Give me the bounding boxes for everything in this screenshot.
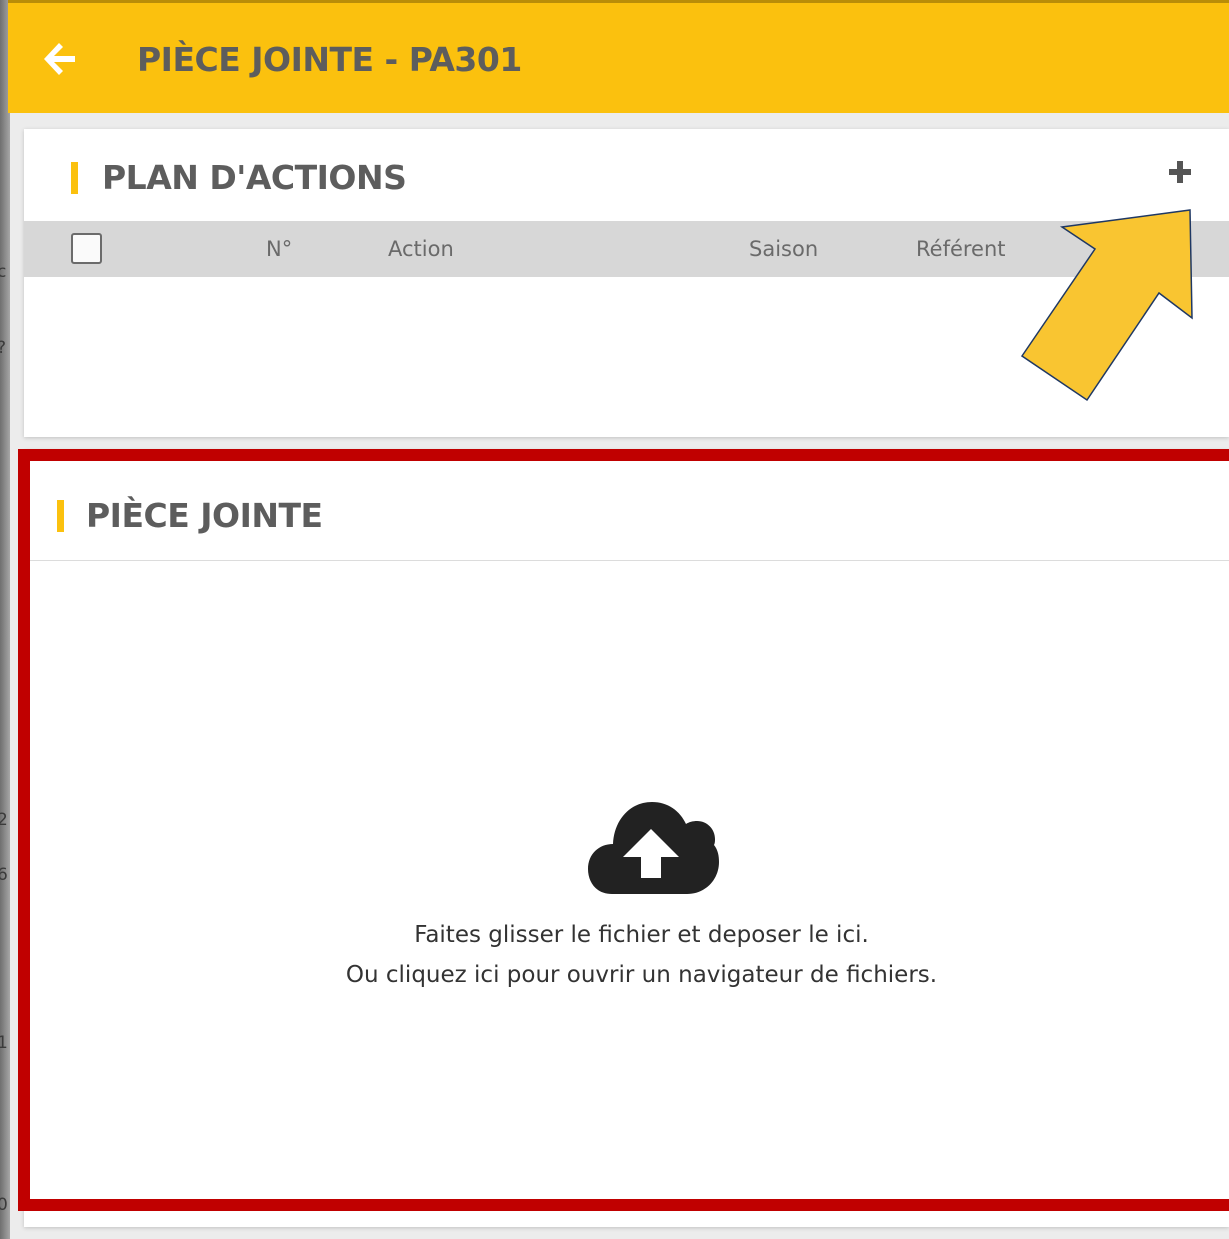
- plan-actions-title: PLAN D'ACTIONS: [102, 158, 407, 197]
- divider: [24, 560, 1229, 561]
- page-title: PIÈCE JOINTE - PA301: [137, 40, 522, 79]
- section-accent-bar: [57, 500, 64, 532]
- arrow-left-icon[interactable]: [39, 39, 79, 79]
- plan-actions-panel: PLAN D'ACTIONS N° Action Saison Référent: [24, 129, 1229, 437]
- table-header: N° Action Saison Référent: [24, 221, 1229, 277]
- cloud-upload-icon: [588, 802, 719, 894]
- section-accent-bar: [71, 162, 78, 194]
- column-header-referent[interactable]: Référent: [916, 237, 1006, 261]
- attachment-panel: PIÈCE JOINTE Faites glisser le fichier e…: [24, 450, 1229, 1227]
- file-dropzone[interactable]: Faites glisser le fichier et deposer le …: [54, 562, 1229, 1198]
- background-app-edge: c ? 2 6 1 0: [0, 0, 10, 1239]
- column-header-number[interactable]: N°: [266, 237, 292, 261]
- column-header-action[interactable]: Action: [388, 237, 454, 261]
- plus-icon[interactable]: [1167, 159, 1193, 185]
- dropzone-instruction: Faites glisser le fichier et deposer le …: [414, 922, 869, 948]
- dropzone-instruction-browse: Ou cliquez ici pour ouvrir un navigateur…: [345, 962, 938, 988]
- attachment-title: PIÈCE JOINTE: [86, 496, 323, 535]
- select-all-checkbox[interactable]: [71, 233, 102, 264]
- top-bar: PIÈCE JOINTE - PA301: [8, 0, 1229, 113]
- column-header-season[interactable]: Saison: [749, 237, 818, 261]
